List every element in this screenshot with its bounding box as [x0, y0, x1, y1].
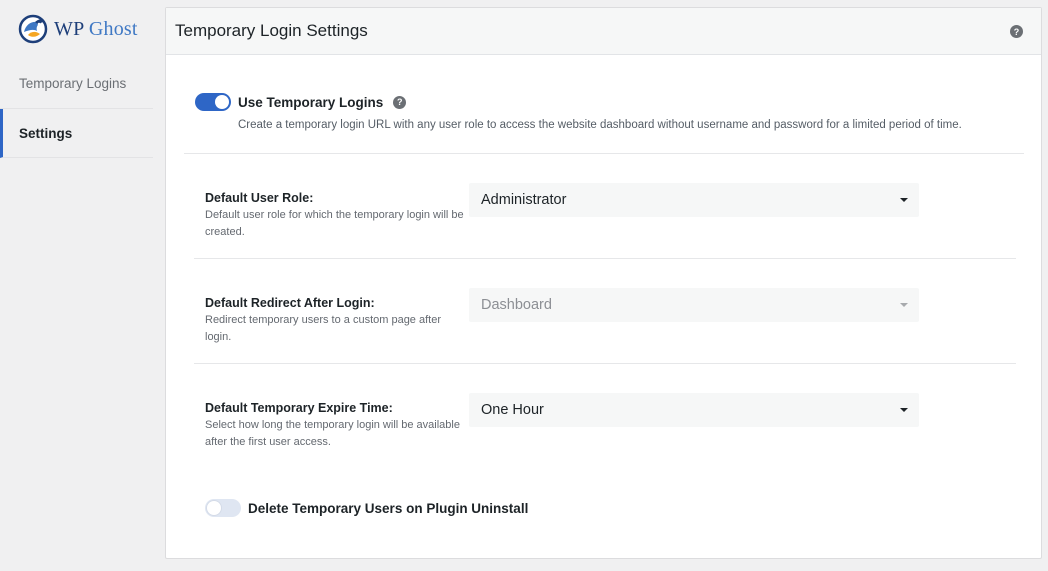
sidebar-item-settings[interactable]: Settings — [0, 109, 153, 158]
delete-temporary-users-toggle[interactable] — [205, 499, 241, 517]
chevron-down-icon — [900, 198, 908, 202]
default-expire-time-help: Select how long the temporary login will… — [205, 419, 460, 448]
default-redirect-label: Default Redirect After Login: — [205, 296, 375, 310]
use-temporary-logins-row: Use Temporary Logins ? — [195, 93, 407, 111]
divider — [184, 153, 1024, 154]
divider — [194, 363, 1016, 364]
selected-value: Administrator — [481, 192, 567, 208]
default-redirect-select: Dashboard — [469, 288, 919, 322]
panel-header: Temporary Login Settings ? — [166, 8, 1041, 55]
default-user-role-help: Default user role for which the temporar… — [205, 209, 464, 238]
default-expire-time-select[interactable]: One Hour — [469, 393, 919, 427]
selected-value: One Hour — [481, 402, 544, 418]
default-user-role-label: Default User Role: — [205, 191, 314, 205]
sidebar-item-label: Temporary Logins — [19, 76, 127, 91]
delete-temporary-users-row: Delete Temporary Users on Plugin Uninsta… — [205, 499, 528, 517]
use-temporary-logins-description: Create a temporary login URL with any us… — [238, 119, 962, 131]
divider — [194, 258, 1016, 259]
settings-panel: Temporary Login Settings ? Use Temporary… — [165, 7, 1042, 559]
question-circle-icon[interactable]: ? — [1010, 25, 1023, 38]
selected-value: Dashboard — [481, 297, 552, 313]
wp-ghost-bird-icon — [18, 14, 48, 44]
chevron-down-icon — [900, 303, 908, 307]
wp-ghost-logo[interactable]: WP Ghost — [0, 0, 153, 58]
default-redirect-help: Redirect temporary users to a custom pag… — [205, 314, 441, 343]
sidebar-item-label: Settings — [19, 125, 73, 141]
default-user-role-select[interactable]: Administrator — [469, 183, 919, 217]
default-expire-time-label: Default Temporary Expire Time: — [205, 401, 393, 415]
sidebar-nav: Temporary Logins Settings — [0, 58, 153, 158]
sidebar-item-temporary-logins[interactable]: Temporary Logins — [0, 59, 153, 109]
question-circle-icon[interactable]: ? — [393, 95, 407, 109]
page-title: Temporary Login Settings — [175, 21, 368, 40]
chevron-down-icon — [900, 408, 908, 412]
sidebar: WP Ghost Temporary Logins Settings — [0, 0, 153, 571]
delete-temporary-users-label: Delete Temporary Users on Plugin Uninsta… — [248, 500, 529, 516]
use-temporary-logins-toggle[interactable] — [195, 93, 231, 111]
use-temporary-logins-label: Use Temporary Logins — [238, 94, 384, 110]
brand-name: WP Ghost — [54, 17, 138, 40]
